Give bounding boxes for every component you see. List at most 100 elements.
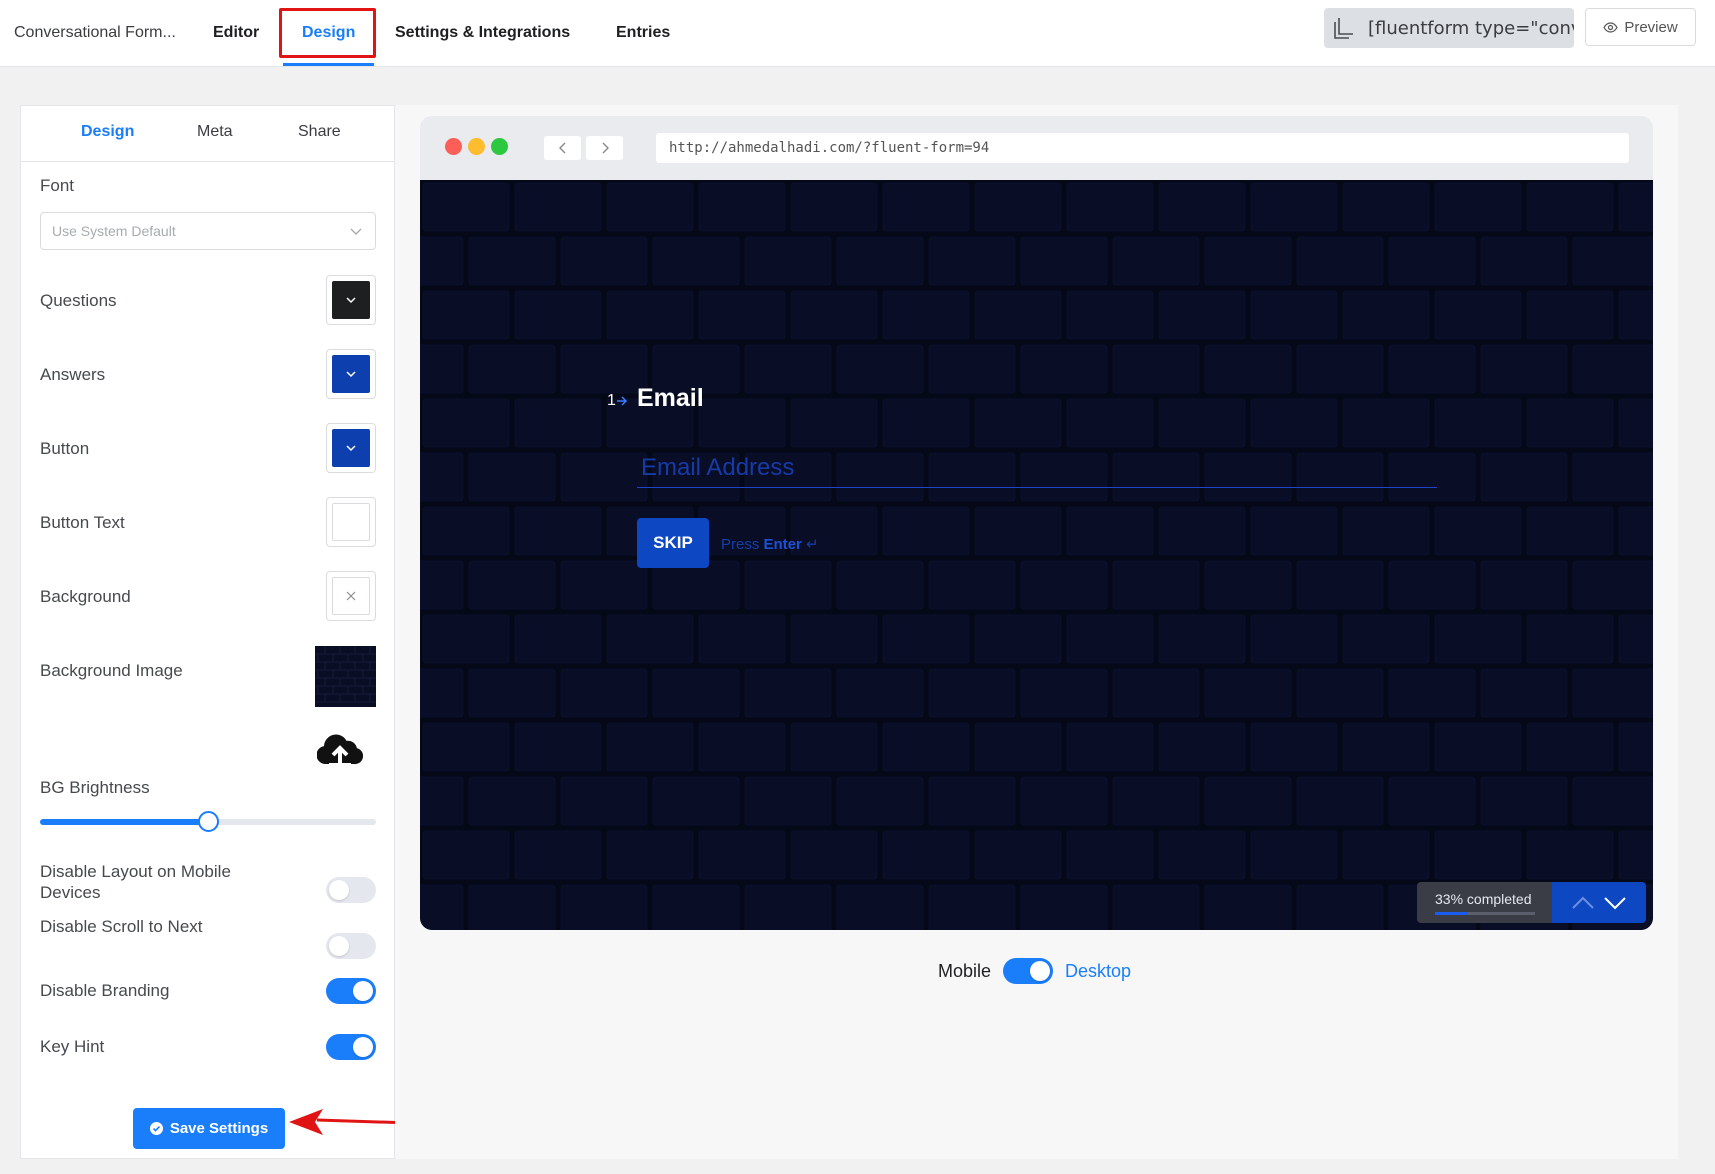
question-number: 1	[607, 392, 628, 410]
background-image-thumbnail[interactable]	[315, 646, 376, 707]
font-label: Font	[40, 176, 75, 195]
chevron-down-icon	[1604, 896, 1626, 909]
panel-tab-meta[interactable]: Meta	[197, 123, 233, 141]
form-title[interactable]: Conversational Form...	[14, 24, 176, 42]
window-maximize-dot	[491, 138, 508, 155]
previous-question-button[interactable]	[1571, 896, 1595, 910]
disable-mobile-layout-toggle[interactable]	[326, 877, 376, 903]
question-navigation	[1552, 882, 1646, 923]
toggle-knob	[329, 936, 349, 956]
font-select[interactable]: Use System Default	[40, 212, 376, 250]
press-enter-hint: Press Enter ↵	[721, 535, 819, 553]
panel-tab-share[interactable]: Share	[298, 123, 341, 141]
browser-back-button[interactable]	[544, 136, 581, 160]
conversational-form-preview: 1 Email SKIP Press Enter ↵ 33% completed	[420, 180, 1653, 930]
tab-editor[interactable]: Editor	[213, 24, 259, 42]
device-preview-switch: Mobile Desktop	[938, 958, 1131, 984]
button-color-picker[interactable]	[326, 423, 376, 473]
answers-color-swatch	[332, 355, 370, 393]
device-toggle[interactable]	[1003, 958, 1054, 984]
toggle-knob	[329, 880, 349, 900]
save-settings-label: Save Settings	[169, 1120, 269, 1137]
next-question-button[interactable]	[1603, 896, 1627, 910]
button-color-swatch	[332, 429, 370, 467]
background-color-picker[interactable]	[326, 571, 376, 621]
button-text-color-label: Button Text	[40, 513, 125, 532]
button-text-color-swatch	[332, 503, 370, 541]
preview-button[interactable]: Preview	[1585, 8, 1696, 46]
brightness-overlay	[420, 180, 1653, 930]
eye-icon	[1603, 21, 1619, 33]
button-color-label: Button	[40, 439, 90, 458]
disable-scroll-next-label: Disable Scroll to Next	[40, 917, 203, 936]
panel-tabs: Design Meta Share	[21, 106, 394, 162]
bg-brightness-label: BG Brightness	[40, 778, 150, 797]
close-icon	[346, 591, 356, 601]
chevron-right-icon	[602, 142, 609, 154]
bg-brightness-slider[interactable]	[40, 811, 376, 832]
key-hint-toggle[interactable]	[326, 1034, 376, 1060]
questions-color-label: Questions	[40, 291, 117, 310]
shortcode-text: [fluentform type="convers	[1368, 17, 1574, 39]
browser-mockup: http://ahmedalhadi.com/?fluent-form=94 1…	[420, 116, 1653, 930]
design-settings-panel: Design Meta Share Font Use System Defaul…	[20, 105, 395, 1159]
answers-color-picker[interactable]	[326, 349, 376, 399]
bg-brightness-slider-handle[interactable]	[198, 811, 219, 832]
bg-brightness-slider-fill	[40, 819, 208, 825]
answers-color-label: Answers	[40, 365, 106, 384]
chevron-down-icon	[346, 371, 356, 378]
browser-forward-button[interactable]	[586, 136, 623, 160]
progress-indicator: 33% completed	[1417, 882, 1552, 923]
background-image-label: Background Image	[40, 661, 183, 680]
check-circle-icon	[149, 1122, 163, 1135]
window-minimize-dot	[468, 138, 485, 155]
chevron-down-icon	[346, 297, 356, 304]
cloud-upload-icon[interactable]	[317, 731, 363, 767]
enter-key-icon: ↵	[806, 536, 819, 553]
chevron-left-icon	[558, 142, 565, 154]
design-tab-highlight-annotation	[279, 8, 376, 58]
background-color-empty-swatch	[332, 577, 370, 615]
brick-thumbnail-image	[315, 646, 376, 703]
email-input[interactable]	[637, 448, 1437, 488]
question-number-value: 1	[607, 392, 616, 409]
browser-toolbar: http://ahmedalhadi.com/?fluent-form=94	[420, 116, 1653, 180]
mobile-label[interactable]: Mobile	[938, 961, 991, 982]
toggle-knob	[353, 1037, 373, 1057]
question-title: Email	[637, 384, 704, 412]
disable-branding-label: Disable Branding	[40, 981, 170, 1000]
skip-label: SKIP	[653, 533, 693, 552]
questions-color-picker[interactable]	[326, 275, 376, 325]
chevron-up-icon	[1572, 896, 1594, 909]
tab-entries[interactable]: Entries	[616, 24, 670, 42]
disable-branding-toggle[interactable]	[326, 978, 376, 1004]
window-close-dot	[445, 138, 462, 155]
progress-text: 33% completed	[1435, 891, 1532, 907]
background-color-label: Background	[40, 587, 131, 606]
copy-icon[interactable]	[1332, 15, 1358, 41]
questions-color-swatch	[332, 281, 370, 319]
font-select-value: Use System Default	[52, 223, 176, 239]
progress-track	[1435, 912, 1535, 915]
chevron-down-icon	[346, 445, 356, 452]
skip-button[interactable]: SKIP	[637, 518, 709, 568]
chevron-down-icon	[350, 228, 362, 235]
toggle-knob	[1030, 961, 1051, 981]
disable-mobile-layout-label: Disable Layout on Mobile Devices	[40, 862, 231, 902]
toggle-knob	[353, 981, 373, 1001]
shortcode-copy[interactable]: [fluentform type="convers	[1324, 8, 1574, 48]
top-bar: Conversational Form... Editor Design Set…	[0, 0, 1715, 67]
arrow-right-icon	[616, 396, 627, 406]
disable-scroll-next-toggle[interactable]	[326, 933, 376, 959]
desktop-label[interactable]: Desktop	[1065, 961, 1131, 982]
preview-label: Preview	[1624, 18, 1678, 36]
button-text-color-picker[interactable]	[326, 497, 376, 547]
tab-settings-integrations[interactable]: Settings & Integrations	[395, 24, 570, 42]
panel-tab-design[interactable]: Design	[81, 123, 134, 141]
progress-fill	[1435, 912, 1468, 915]
press-label: Press	[721, 536, 760, 553]
url-bar[interactable]: http://ahmedalhadi.com/?fluent-form=94	[656, 133, 1629, 163]
active-tab-underline	[283, 63, 374, 66]
save-settings-button[interactable]: Save Settings	[133, 1108, 285, 1149]
brick-wall-background-image	[420, 180, 1653, 930]
